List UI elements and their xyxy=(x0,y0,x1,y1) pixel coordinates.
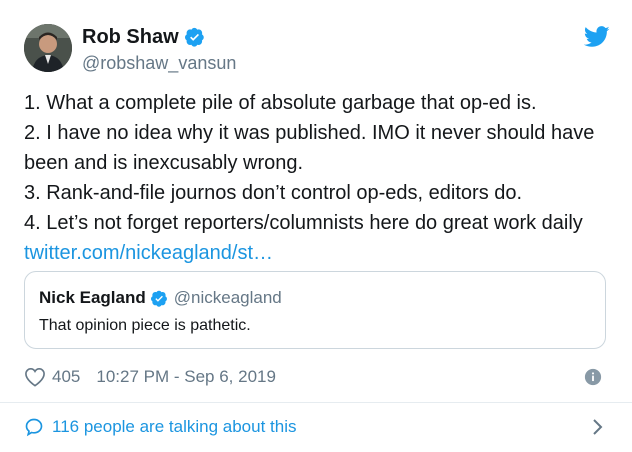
tweet-line: 4. Let’s not forget reporters/columnists… xyxy=(24,212,583,234)
info-icon[interactable] xyxy=(584,368,602,386)
speech-bubble-icon xyxy=(25,418,43,437)
quoted-tweet[interactable]: Nick Eagland @nickeagland That opinion p… xyxy=(24,271,606,349)
tweet-text: 1. What a complete pile of absolute garb… xyxy=(24,88,614,268)
author-name[interactable]: Rob Shaw xyxy=(82,25,179,49)
tweet-link[interactable]: twitter.com/nickeagland/st… xyxy=(24,242,273,264)
twitter-bird-icon[interactable] xyxy=(584,26,610,48)
heart-icon[interactable] xyxy=(24,367,46,387)
verified-badge-icon xyxy=(184,27,204,47)
tweet-header: Rob Shaw @robshaw_vansun xyxy=(24,22,610,74)
tweet-card: Rob Shaw @robshaw_vansun 1. What a compl… xyxy=(0,0,632,452)
author-name-row: Rob Shaw xyxy=(82,25,205,49)
tweet-line: 1. What a complete pile of absolute garb… xyxy=(24,92,537,114)
author-handle[interactable]: @robshaw_vansun xyxy=(82,52,236,74)
conversation-link[interactable]: 116 people are talking about this xyxy=(24,410,614,444)
tweet-line: 2. I have no idea why it was published. … xyxy=(24,122,595,144)
tweet-meta: 405 10:27 PM - Sep 6, 2019 xyxy=(24,364,606,390)
tweet-timestamp[interactable]: 10:27 PM - Sep 6, 2019 xyxy=(96,367,276,387)
verified-badge-icon xyxy=(150,290,167,307)
like-count: 405 xyxy=(52,367,81,386)
quoted-tweet-header: Nick Eagland @nickeagland xyxy=(39,288,282,308)
conversation-count-text: 116 people are talking about this xyxy=(52,417,297,436)
quoted-author-handle: @nickeagland xyxy=(173,288,282,307)
tweet-line: 3. Rank-and-file journos don’t control o… xyxy=(24,182,523,204)
tweet-line: been and is inexcusably wrong. xyxy=(24,152,304,174)
avatar[interactable] xyxy=(24,24,72,72)
chevron-right-icon xyxy=(593,419,603,435)
quoted-author-name: Nick Eagland xyxy=(39,288,146,307)
quoted-tweet-text: That opinion piece is pathetic. xyxy=(39,317,251,334)
divider xyxy=(0,402,632,403)
